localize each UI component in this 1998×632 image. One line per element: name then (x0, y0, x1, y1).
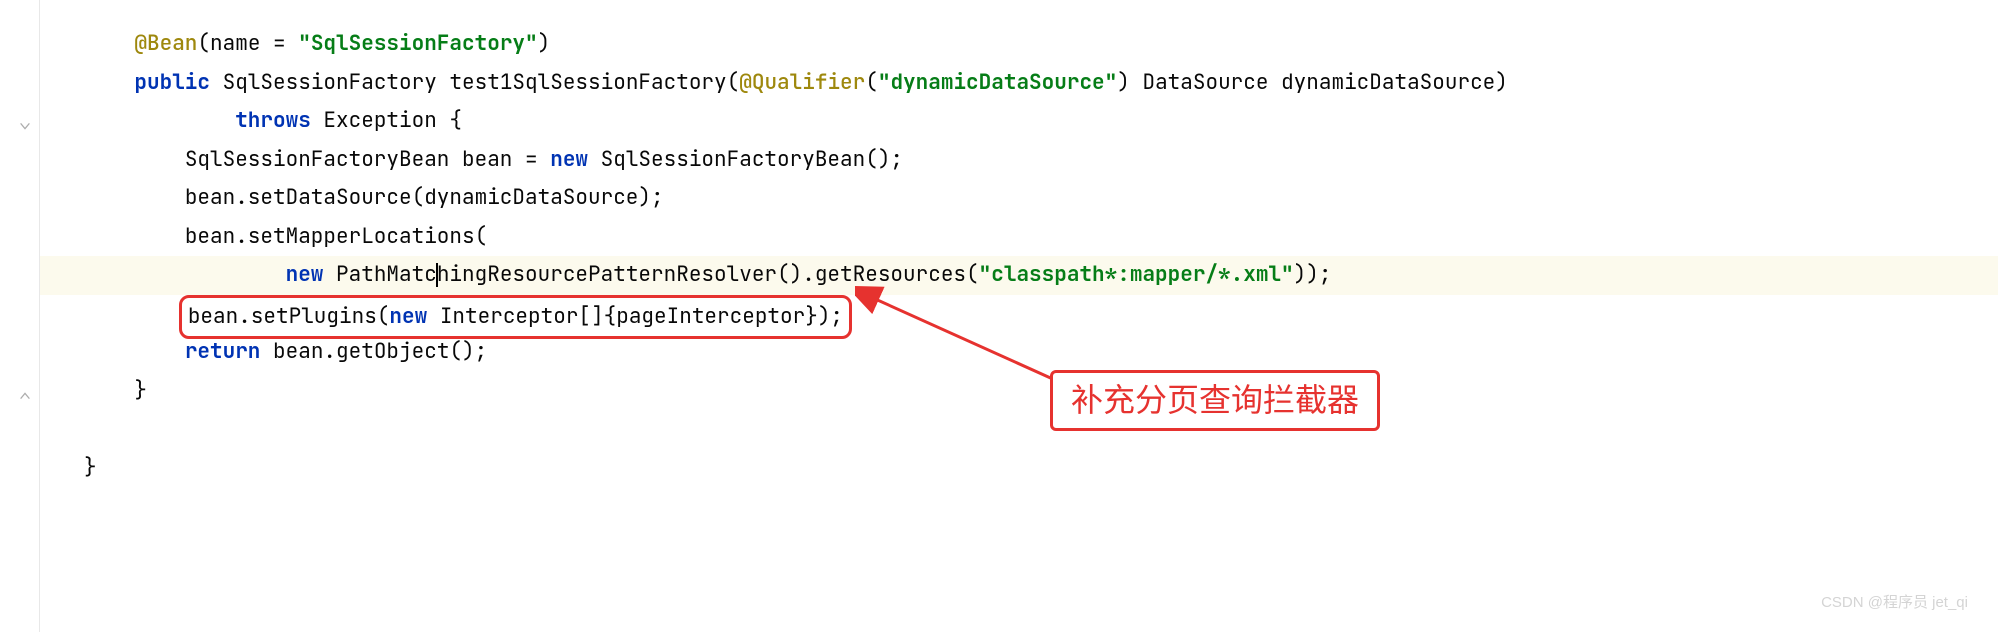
keyword-new: new (389, 303, 427, 330)
code-line-2: public SqlSessionFactory test1SqlSession… (84, 64, 1998, 103)
annotation-callout: 补充分页查询拦截器 (1050, 370, 1380, 431)
return-expr: bean.getObject(); (260, 338, 487, 365)
param-decl: DataSource dynamicDataSource) (1130, 69, 1508, 96)
code-line-12: } (84, 449, 1998, 488)
annotation-qualifier: @Qualifier (739, 69, 865, 96)
indent (84, 377, 134, 404)
string-literal: "classpath*:mapper/*.xml" (979, 261, 1294, 288)
fold-marker-icon[interactable] (18, 108, 34, 124)
code-editor[interactable]: @Bean(name = "SqlSessionFactory") public… (40, 0, 1998, 487)
class-name-part: PathMatc (323, 261, 436, 288)
exception-type: Exception { (323, 107, 462, 134)
text-cursor (436, 263, 438, 287)
string-literal: "SqlSessionFactory" (298, 30, 537, 57)
code-line-11-blank (84, 410, 1998, 449)
space (437, 69, 450, 96)
equals: = (260, 30, 298, 57)
var-decl: SqlSessionFactoryBean bean = (185, 146, 550, 173)
paren: )); (1294, 261, 1332, 288)
indent (84, 184, 185, 211)
code-line-8-boxed: bean.setPlugins(new Interceptor[]{pageIn… (84, 295, 1998, 334)
code-line-4: SqlSessionFactoryBean bean = new SqlSess… (84, 141, 1998, 180)
space (210, 69, 223, 96)
keyword-public: public (134, 69, 210, 96)
paren: ( (865, 69, 878, 96)
code-line-1: @Bean(name = "SqlSessionFactory") (84, 25, 1998, 64)
paren: ) (538, 30, 551, 57)
indent (84, 107, 235, 134)
space (311, 107, 324, 134)
keyword-new: new (286, 261, 324, 288)
code-line-9: return bean.getObject(); (84, 333, 1998, 372)
array-init: Interceptor[]{pageInterceptor}); (427, 303, 843, 330)
indent (84, 223, 185, 250)
code-line-6: bean.setMapperLocations( (84, 218, 1998, 257)
method-call: bean.setMapperLocations( (185, 223, 487, 250)
watermark-text: CSDN @程序员 jet_qi (1821, 584, 1968, 623)
paren: ) (1117, 69, 1130, 96)
param-name: name (210, 30, 260, 57)
indent (84, 303, 185, 330)
string-literal: "dynamicDataSource" (878, 69, 1117, 96)
keyword-new: new (550, 146, 588, 173)
method-name: test1SqlSessionFactory( (449, 69, 739, 96)
keyword-throws: throws (235, 107, 311, 134)
paren: ( (197, 30, 210, 57)
constructor-call: SqlSessionFactoryBean(); (588, 146, 903, 173)
indent (84, 338, 185, 365)
return-type: SqlSessionFactory (223, 69, 437, 96)
brace-close: } (84, 454, 97, 481)
gutter (0, 0, 40, 632)
code-line-5: bean.setDataSource(dynamicDataSource); (84, 179, 1998, 218)
method-call: bean.setDataSource(dynamicDataSource); (185, 184, 664, 211)
indent (84, 69, 134, 96)
keyword-return: return (185, 338, 261, 365)
class-name-part: hingResourcePatternResolver().getResourc… (437, 261, 979, 288)
indent (84, 261, 286, 288)
method-call: bean.setPlugins( (188, 303, 390, 330)
annotation-bean: @Bean (134, 30, 197, 57)
brace-close: } (134, 377, 147, 404)
code-line-3: throws Exception { (84, 102, 1998, 141)
fold-marker-icon[interactable] (18, 378, 34, 394)
indent (84, 30, 134, 57)
indent (84, 146, 185, 173)
code-line-10: } (84, 372, 1998, 411)
code-line-7-current: new PathMatchingResourcePatternResolver(… (40, 256, 1998, 295)
annotation-text: 补充分页查询拦截器 (1071, 382, 1359, 418)
